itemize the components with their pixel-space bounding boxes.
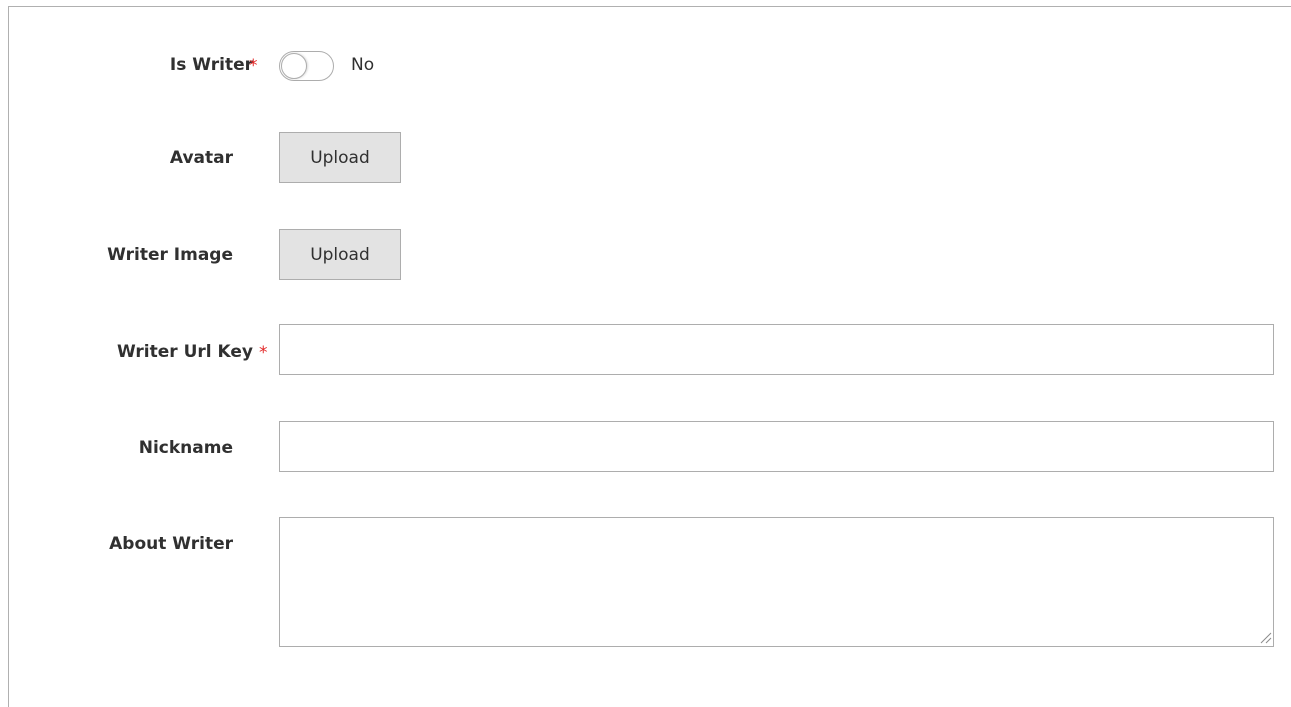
writer-image-upload-button[interactable]: Upload [279, 229, 401, 280]
nickname-label: Nickname [138, 438, 233, 458]
writer-form: Is Writer * No Avatar Upload Writer Imag… [8, 6, 1291, 707]
writer-image-label: Writer Image [107, 245, 233, 265]
avatar-upload-button[interactable]: Upload [279, 132, 401, 183]
about-writer-label: About Writer [109, 534, 233, 554]
is-writer-toggle[interactable] [279, 51, 334, 81]
is-writer-required-mark: * [249, 56, 258, 76]
avatar-label: Avatar [169, 148, 233, 168]
about-writer-textarea[interactable] [279, 517, 1274, 647]
is-writer-label: Is Writer [169, 55, 253, 75]
nickname-input[interactable] [279, 421, 1274, 472]
toggle-knob [281, 53, 307, 79]
writer-url-key-label: Writer Url Key [116, 342, 253, 362]
resize-grip-icon[interactable] [1259, 631, 1272, 644]
is-writer-value-text: No [351, 55, 375, 75]
writer-url-key-input[interactable] [279, 324, 1274, 375]
writer-url-key-required-mark: * [259, 343, 268, 363]
